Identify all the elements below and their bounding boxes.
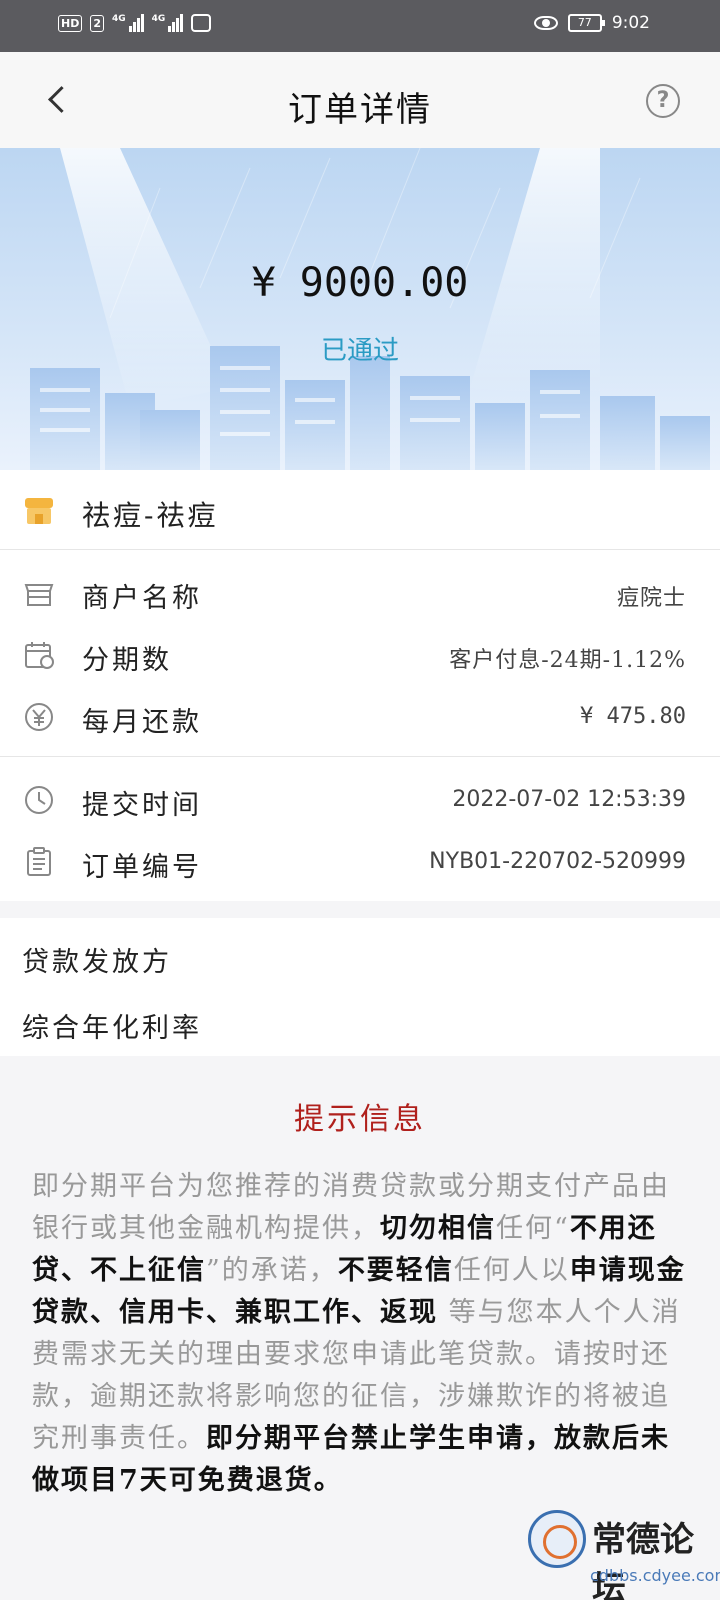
installment-details-card: 商户名称 痘院士 分期数 客户付息-24期-1.12% 每月还款 ¥ 475.8… (0, 550, 720, 756)
amount-banner: ¥ 9000.00 已通过 (0, 148, 720, 470)
detail-row-monthly-payment: 每月还款 ¥ 475.80 (0, 698, 720, 738)
app-notification-icon (191, 14, 212, 32)
meta-row-order-number: 订单编号 NYB01-220702-520999 (0, 843, 720, 883)
notice-text: 任何人以 (453, 1255, 570, 1286)
signal-icon: 4G (152, 14, 184, 32)
nav-header: 订单详情 ? (0, 52, 720, 148)
yen-circle-icon (25, 703, 53, 731)
meta-row-submit-time: 提交时间 2022-07-02 12:53:39 (0, 781, 720, 821)
forum-logo-icon (528, 1510, 586, 1568)
product-name: 祛痘-祛痘 (82, 499, 219, 532)
battery-icon: 77 (567, 14, 605, 32)
clock-time: 9:02 (611, 13, 650, 33)
store-icon (24, 584, 54, 606)
merchant-value: 痘院士 (616, 586, 686, 611)
city-skyline-illustration (30, 148, 710, 470)
submit-time-label: 提交时间 (82, 790, 202, 821)
detail-row-merchant: 商户名称 痘院士 (0, 574, 720, 614)
eye-icon (533, 16, 558, 30)
notice-title: 提示信息 (294, 1102, 426, 1137)
signal-icon: 4G (112, 14, 144, 32)
loan-amount: ¥ 9000.00 (251, 260, 469, 306)
status-bar: HD 2 4G 4G 77 9:02 (0, 0, 720, 52)
notice-emphasis: 不要轻信 (337, 1255, 454, 1286)
notice-text: 任何“ (496, 1213, 570, 1244)
status-bar-indicators: HD 2 4G 4G (58, 14, 212, 32)
loan-info-card: 贷款发放方 综合年化利率 (0, 918, 720, 1056)
page-title: 订单详情 (288, 90, 432, 130)
detail-row-installments: 分期数 客户付息-24期-1.12% (0, 636, 720, 676)
notice-emphasis: 切勿相信 (380, 1213, 496, 1244)
clipboard-icon (27, 847, 51, 876)
watermark-text: 常德论坛 (592, 1520, 694, 1600)
network-type-label: 4G (151, 14, 166, 24)
order-number-label: 订单编号 (82, 852, 202, 883)
sim-badge: 2 (90, 14, 104, 32)
notice-body: 即分期平台为您推荐的消费贷款或分期支付产品由银行或其他金融机构提供，切勿相信任何… (32, 1166, 692, 1502)
monthly-payment-label: 每月还款 (82, 707, 202, 738)
product-row: 祛痘-祛痘 (0, 492, 720, 532)
installments-label: 分期数 (82, 645, 172, 676)
installments-value: 客户付息-24期-1.12% (449, 648, 686, 673)
monthly-payment-value: ¥ 475.80 (580, 704, 686, 729)
product-card: 祛痘-祛痘 (0, 470, 720, 550)
shop-icon (25, 498, 53, 524)
apr-label: 综合年化利率 (22, 1013, 202, 1044)
status-bar-right: 77 9:02 (533, 13, 650, 33)
merchant-label: 商户名称 (82, 583, 202, 614)
submit-time-value: 2022-07-02 12:53:39 (452, 787, 686, 812)
help-icon[interactable]: ? (646, 84, 680, 118)
order-number-value: NYB01-220702-520999 (429, 849, 686, 874)
forum-watermark: 常德论坛 cdbbs.cdyee.com (528, 1508, 720, 1600)
lender-label: 贷款发放方 (22, 947, 172, 978)
calendar-icon (25, 642, 54, 669)
watermark-url: cdbbs.cdyee.com (590, 1566, 720, 1585)
approval-status: 已通过 (320, 336, 399, 366)
hd-badge: HD (58, 14, 83, 32)
clock-icon (25, 786, 53, 814)
notice-text: ”的承诺， (206, 1255, 338, 1286)
network-type-label: 4G (112, 14, 126, 24)
order-meta-card: 提交时间 2022-07-02 12:53:39 订单编号 NYB01-2207… (0, 757, 720, 901)
